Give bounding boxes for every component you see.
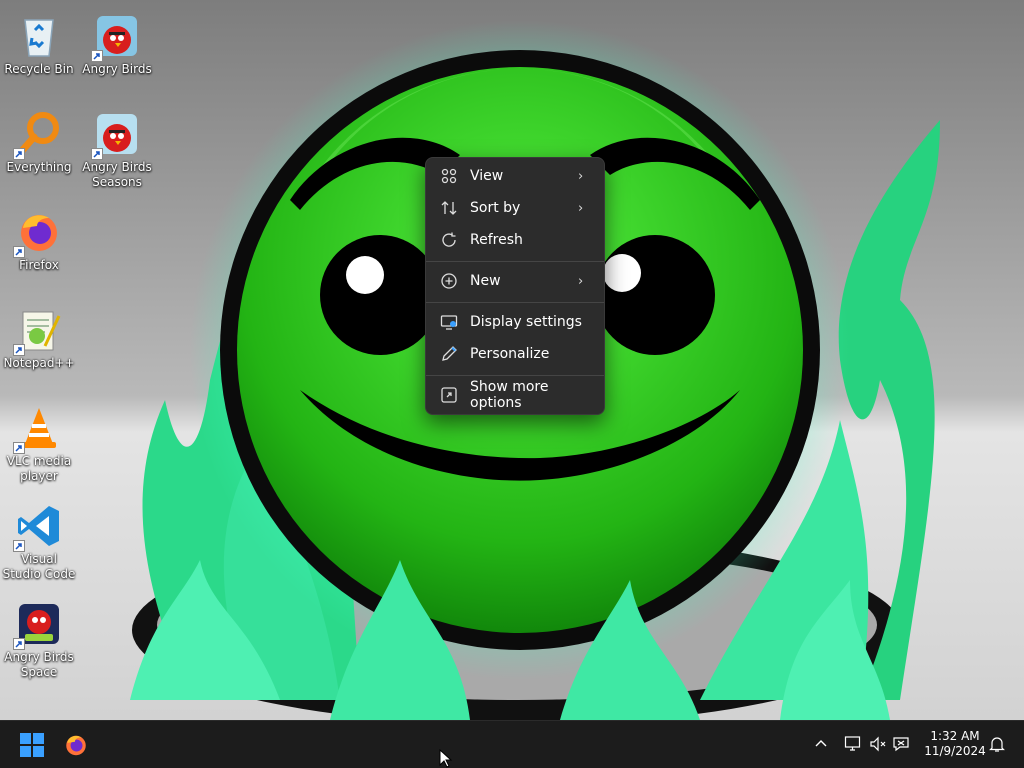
notification-chat-button[interactable] — [889, 731, 913, 757]
menu-item-show-more-options[interactable]: Show more options — [430, 379, 600, 411]
display-settings-icon — [438, 313, 460, 331]
plus-circle-icon — [438, 272, 460, 290]
menu-item-personalize[interactable]: Personalize — [430, 339, 600, 369]
grid-view-icon — [438, 167, 460, 185]
menu-item-label: View — [470, 168, 504, 184]
notepad-plus-plus-icon — [13, 306, 63, 356]
mouse-cursor-icon — [439, 749, 453, 768]
menu-separator — [426, 375, 604, 376]
desktop-icon-everything[interactable]: Everything — [1, 106, 77, 175]
sort-arrows-icon — [438, 199, 460, 217]
desktop-icon-label: Angry Birds Seasons — [82, 160, 152, 189]
pen-icon — [438, 345, 460, 363]
desktop-icon-label: Firefox — [19, 258, 59, 272]
angry-birds-space-icon — [13, 600, 63, 650]
menu-item-label: New — [470, 273, 501, 289]
menu-item-label: Display settings — [470, 314, 582, 330]
menu-item-label: Refresh — [470, 232, 523, 248]
shortcut-arrow-icon — [91, 50, 103, 62]
menu-item-new[interactable]: New › — [430, 266, 600, 296]
shortcut-arrow-icon — [13, 540, 25, 552]
desktop-icon-angry-birds-seasons[interactable]: Angry Birds Seasons — [79, 106, 155, 190]
expand-icon — [438, 386, 460, 404]
desktop[interactable]: Recycle Bin Angry Birds Everything Angry… — [0, 0, 1024, 720]
shortcut-arrow-icon — [13, 442, 25, 454]
taskbar-firefox-button[interactable] — [56, 725, 96, 765]
menu-item-label: Show more options — [470, 379, 549, 411]
desktop-icon-label: Angry Birds Space — [4, 650, 74, 679]
desktop-icon-label: VLC media player — [6, 454, 72, 483]
clock-date: 11/9/2024 — [924, 744, 986, 758]
shortcut-arrow-icon — [13, 638, 25, 650]
desktop-icon-angry-birds-space[interactable]: Angry Birds Space — [1, 596, 77, 680]
shortcut-arrow-icon — [91, 148, 103, 160]
speech-bubble-icon — [893, 737, 909, 752]
desktop-icon-angry-birds[interactable]: Angry Birds — [79, 8, 155, 77]
menu-item-label: Personalize — [470, 346, 550, 362]
vlc-icon — [13, 404, 63, 454]
chevron-right-icon: › — [578, 168, 584, 184]
bell-icon — [989, 737, 1005, 752]
desktop-icon-label: Recycle Bin — [4, 62, 74, 76]
angry-birds-seasons-icon — [91, 110, 141, 160]
desktop-icon-notepad-plus-plus[interactable]: Notepad++ — [1, 302, 77, 371]
desktop-icon-label: Notepad++ — [3, 356, 75, 370]
chevron-right-icon: › — [578, 273, 584, 289]
firefox-icon — [66, 735, 86, 756]
network-icon — [844, 736, 861, 751]
volume-button[interactable] — [866, 731, 890, 757]
desktop-icon-vlc[interactable]: VLC media player — [1, 400, 77, 484]
desktop-icon-label: Everything — [6, 160, 72, 174]
desktop-icon-recycle-bin[interactable]: Recycle Bin — [1, 8, 77, 77]
desktop-icon-vscode[interactable]: Visual Studio Code — [1, 498, 77, 582]
menu-separator — [426, 302, 604, 303]
speaker-muted-icon — [870, 736, 886, 752]
desktop-icon-label: Visual Studio Code — [2, 552, 76, 581]
shortcut-arrow-icon — [13, 344, 25, 356]
clock[interactable]: 1:32 AM 11/9/2024 — [916, 729, 994, 759]
desktop-icon-firefox[interactable]: Firefox — [1, 204, 77, 273]
menu-item-display-settings[interactable]: Display settings — [430, 307, 600, 337]
firefox-icon — [13, 208, 63, 258]
notifications-button[interactable] — [985, 731, 1009, 757]
windows-start-icon — [20, 733, 44, 757]
clock-time: 1:32 AM — [930, 729, 980, 743]
angry-birds-icon — [91, 12, 141, 62]
everything-search-icon — [13, 110, 63, 160]
chevron-up-icon — [815, 740, 827, 747]
start-button[interactable] — [12, 725, 52, 765]
network-button[interactable] — [841, 731, 865, 757]
menu-separator — [426, 261, 604, 262]
refresh-icon — [438, 231, 460, 249]
shortcut-arrow-icon — [13, 148, 25, 160]
menu-item-refresh[interactable]: Refresh — [430, 225, 600, 255]
desktop-icon-label: Angry Birds — [82, 62, 152, 76]
menu-item-label: Sort by — [470, 200, 521, 216]
menu-item-view[interactable]: View › — [430, 161, 600, 191]
taskbar: 1:32 AM 11/9/2024 — [0, 720, 1024, 768]
shortcut-arrow-icon — [13, 246, 25, 258]
show-hidden-icons-button[interactable] — [809, 731, 833, 757]
chevron-right-icon: › — [578, 200, 584, 216]
menu-item-sort-by[interactable]: Sort by › — [430, 193, 600, 223]
recycle-bin-icon — [15, 12, 63, 60]
desktop-context-menu: View › Sort by › Refresh New › Display s… — [425, 157, 605, 415]
vscode-icon — [13, 502, 63, 552]
